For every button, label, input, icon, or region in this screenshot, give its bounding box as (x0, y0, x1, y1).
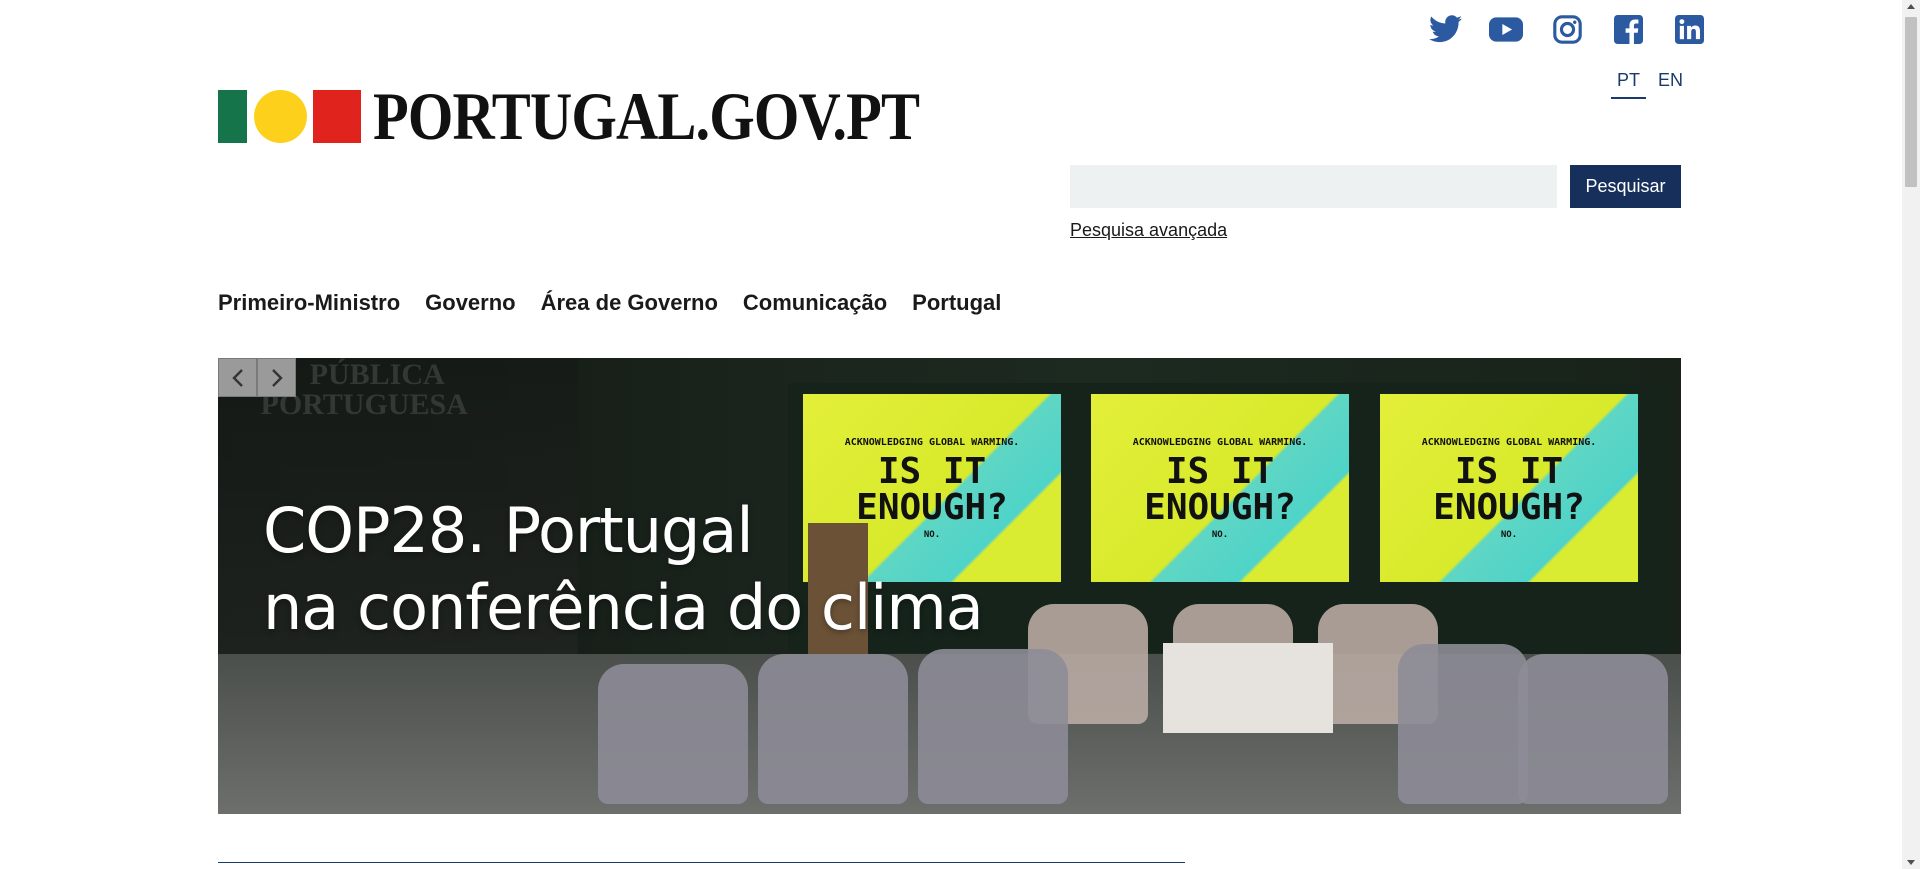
hero-carousel[interactable]: RE PÚBLICA PORTUGUESA ACKNOWLEDGING GLOB… (218, 358, 1681, 814)
chair (1518, 654, 1668, 804)
logo-wordmark: PORTUGAL.GOV.PT (373, 78, 920, 154)
twitter-icon[interactable] (1428, 12, 1462, 46)
screen-headline: IS IT ENOUGH? (1433, 450, 1585, 528)
flag-red-square (313, 89, 361, 143)
instagram-icon[interactable] (1550, 12, 1584, 46)
screen-caption: ACKNOWLEDGING GLOBAL WARMING. (1132, 436, 1308, 448)
flag-green-square (218, 89, 247, 143)
hero-title-line-2: na conferência do clima (263, 570, 984, 644)
scroll-thumb[interactable] (1905, 17, 1917, 187)
search-input[interactable] (1070, 165, 1557, 208)
lang-en[interactable]: EN (1656, 70, 1685, 99)
youtube-icon[interactable] (1489, 12, 1523, 46)
screen-headline: IS IT ENOUGH? (1144, 450, 1296, 528)
screen-note: NO. (1500, 529, 1518, 540)
hero-title-line-1: COP28. Portugal (263, 494, 754, 567)
carousel-next-button[interactable] (257, 358, 296, 397)
screen-note: NO. (1211, 529, 1229, 540)
screen-caption: ACKNOWLEDGING GLOBAL WARMING. (1421, 436, 1597, 448)
scroll-down-icon[interactable] (1907, 860, 1915, 865)
lang-pt[interactable]: PT (1611, 70, 1647, 99)
carousel-controls (218, 358, 296, 397)
social-links (1428, 12, 1706, 46)
nav-item-comunicacao[interactable]: Comunicação (743, 290, 887, 316)
carousel-prev-button[interactable] (218, 358, 257, 397)
hero-title[interactable]: COP28. Portugal na conferência do clima (263, 493, 984, 647)
linkedin-icon[interactable] (1672, 12, 1706, 46)
language-switcher: PT EN (1611, 70, 1685, 99)
nav-item-portugal[interactable]: Portugal (912, 290, 1001, 316)
chair (1398, 644, 1528, 804)
section-divider (218, 862, 1185, 863)
flag-yellow-circle (254, 89, 307, 143)
nav-item-primeiro-ministro[interactable]: Primeiro-Ministro (218, 290, 400, 316)
hero-low-table (1163, 643, 1333, 733)
nav-item-area-de-governo[interactable]: Área de Governo (541, 290, 718, 316)
screen-caption: ACKNOWLEDGING GLOBAL WARMING. (844, 436, 1020, 448)
facebook-icon[interactable] (1611, 12, 1645, 46)
main-nav: Primeiro-Ministro Governo Área de Govern… (218, 290, 1001, 316)
page-scrollbar[interactable] (1902, 0, 1920, 869)
search-button[interactable]: Pesquisar (1570, 165, 1681, 208)
nav-item-governo[interactable]: Governo (425, 290, 515, 316)
chevron-right-icon (271, 368, 283, 387)
scroll-up-icon[interactable] (1907, 4, 1915, 9)
advanced-search-link[interactable]: Pesquisa avançada (1070, 220, 1227, 241)
site-logo[interactable]: PORTUGAL.GOV.PT (218, 82, 1008, 150)
chair (918, 649, 1068, 804)
chevron-left-icon (231, 368, 243, 387)
chair (758, 654, 908, 804)
chair (598, 664, 748, 804)
